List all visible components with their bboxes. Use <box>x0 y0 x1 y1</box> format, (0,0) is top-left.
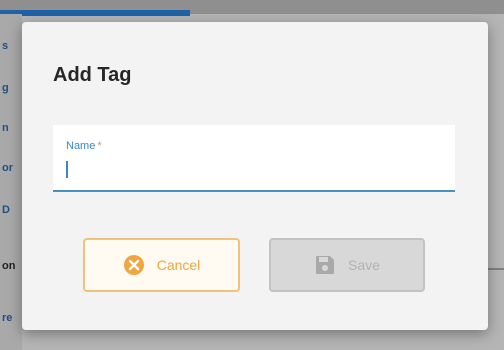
background-sidebar-fragment: re <box>2 312 13 324</box>
cancel-button[interactable]: Cancel <box>83 238 240 292</box>
name-field-label: Name * <box>66 140 102 152</box>
background-sidebar-fragment: g <box>2 82 9 94</box>
background-sidebar-fragment: on <box>2 260 16 272</box>
name-input[interactable] <box>65 158 443 180</box>
cancel-circle-icon <box>123 255 144 275</box>
dialog-title: Add Tag <box>53 64 132 86</box>
floppy-disk-icon <box>316 256 335 274</box>
text-caret <box>66 161 68 178</box>
background-sidebar-fragment: or <box>2 162 13 174</box>
background-sidebar-fragment: D <box>2 204 10 216</box>
name-field-label-text: Name <box>66 140 96 152</box>
background-sidebar: s g n or D on re <box>0 14 22 350</box>
cancel-button-label: Cancel <box>156 257 201 273</box>
background-top-bar-accent <box>0 10 190 16</box>
save-button[interactable]: Save <box>269 238 425 292</box>
name-field[interactable]: Name * <box>53 125 455 192</box>
add-tag-dialog: Add Tag Name * Cancel Save <box>22 22 488 330</box>
save-button-label: Save <box>348 257 380 273</box>
background-sidebar-fragment: n <box>2 122 9 134</box>
required-marker: * <box>97 140 102 152</box>
background-sidebar-fragment: s <box>2 40 9 52</box>
